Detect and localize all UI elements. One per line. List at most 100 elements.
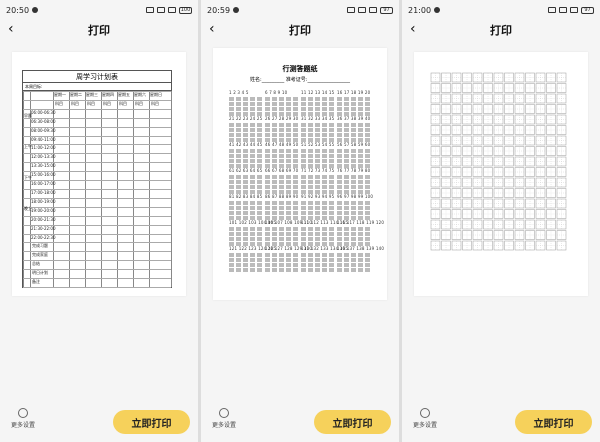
time-slot: 08:00-09:30 — [31, 127, 56, 133]
bubble-row — [337, 206, 371, 210]
bubble-row — [301, 128, 335, 132]
bubble-row — [337, 237, 371, 241]
print-now-button[interactable]: 立即打印 — [113, 410, 190, 434]
footer-row-label: 总结 — [32, 261, 40, 267]
notification-icon — [233, 7, 240, 13]
bubble-row — [337, 149, 371, 153]
bubble-row — [229, 128, 263, 132]
question-numbers: 126 127 128 129 130 — [265, 246, 313, 251]
day-header: 星期日 — [150, 92, 162, 97]
more-settings-button[interactable]: 更多设置 — [207, 408, 241, 429]
more-settings-label: 更多设置 — [10, 422, 35, 429]
gear-icon — [219, 408, 229, 418]
bubble-row — [301, 123, 335, 127]
answer-block: 126 127 128 129 130 — [265, 246, 313, 276]
bubble-row — [229, 102, 263, 106]
gear-icon — [18, 408, 28, 418]
footer-row-label: 完成家庭 — [32, 252, 48, 258]
bubble-row — [301, 149, 335, 153]
day-subject: 科目 — [71, 100, 79, 106]
bubble-row — [301, 102, 335, 106]
notification-icon — [32, 7, 39, 13]
bubble-row — [337, 227, 371, 231]
bubble-row — [229, 154, 263, 158]
bubble-row — [337, 263, 371, 267]
question-numbers: 51 52 53 54 55 — [301, 142, 335, 147]
bubble-row — [337, 211, 371, 215]
bubble-row — [301, 175, 335, 179]
bottom-bar: 更多设置 立即打印 — [0, 404, 198, 442]
bubble-row — [301, 159, 335, 163]
time-slot: 06:30-08:00 — [31, 118, 56, 124]
bubble-row — [265, 227, 299, 231]
bubble-row — [265, 128, 299, 132]
bubble-row — [265, 232, 299, 236]
time-slot: 12:00-13:30 — [31, 154, 56, 160]
bubble-row — [337, 97, 371, 101]
bubble-row — [229, 123, 263, 127]
study-plan-grid: 星期一 科目 星期二 科目 星期三 科目 星期四 科目 星期五 科目 星期六 科目 星期日 科目 06:00… — [23, 91, 172, 288]
time-slot: 16:00-17:00 — [31, 181, 56, 187]
question-numbers: 131 132 133 134 135 — [301, 246, 349, 251]
question-numbers: 136 137 138 139 140 — [337, 246, 385, 251]
bubble-row — [229, 227, 263, 231]
day-subject: 科目 — [55, 100, 63, 106]
bubble-row — [265, 149, 299, 153]
day-header: 星期六 — [134, 92, 146, 97]
tian-grid-paper — [430, 72, 567, 251]
status-time: 20:50 — [6, 5, 30, 15]
notification-icon — [434, 7, 441, 13]
bubble-row — [337, 107, 371, 111]
day-header: 星期一 — [54, 92, 66, 97]
question-numbers: 1 2 3 4 5 — [229, 90, 249, 95]
bubble-row — [301, 185, 335, 189]
bubble-row — [265, 133, 299, 137]
bubble-row — [229, 97, 263, 101]
bubble-row — [265, 159, 299, 163]
bubble-row — [265, 263, 299, 267]
day-header: 星期四 — [102, 92, 114, 97]
bubble-row — [265, 268, 299, 272]
print-now-button[interactable]: 立即打印 — [515, 410, 592, 434]
question-numbers: 56 57 58 59 60 — [337, 142, 371, 147]
bubble-row — [265, 258, 299, 262]
status-bar: 20:59 97 — [201, 0, 399, 20]
answer-sheet-title: 行测答题纸 — [282, 65, 318, 73]
signal-icon — [559, 7, 567, 13]
time-slot: 15:00-16:00 — [31, 172, 56, 178]
bubble-row — [229, 133, 263, 137]
answer-block: 131 132 133 134 135 — [301, 246, 349, 276]
bubble-row — [229, 211, 263, 215]
bubble-row — [337, 185, 371, 189]
print-now-button[interactable]: 立即打印 — [314, 410, 391, 434]
bubble-row — [301, 107, 335, 111]
bubble-row — [337, 180, 371, 184]
more-settings-button[interactable]: 更多设置 — [408, 408, 442, 429]
question-numbers: 6 7 8 9 10 — [265, 90, 288, 95]
time-slot: 21:30-22:00 — [31, 225, 56, 231]
time-slot: 17:00-18:00 — [31, 190, 56, 195]
bubble-row — [265, 185, 299, 189]
question-numbers: 116 117 118 119 120 — [337, 220, 385, 225]
bubble-row — [265, 201, 299, 205]
question-numbers: 121 122 123 124 125 — [229, 246, 277, 251]
bubble-row — [229, 237, 263, 241]
bubble-row — [229, 175, 263, 179]
question-numbers: 31 32 33 34 35 — [301, 116, 335, 121]
title-bar: ‹ 打印 — [402, 20, 600, 40]
answer-block: 121 122 123 124 125 — [229, 246, 277, 276]
question-numbers: 46 47 48 49 50 — [265, 142, 299, 147]
section-label: 下午 — [24, 175, 32, 181]
question-numbers: 26 27 28 29 30 — [265, 116, 299, 121]
footer-row-label: 明日计划 — [32, 270, 48, 276]
bubble-row — [337, 253, 371, 257]
title-bar: ‹ 打印 — [0, 20, 198, 40]
more-settings-button[interactable]: 更多设置 — [6, 408, 40, 429]
grid-line — [23, 99, 171, 101]
day-header: 星期五 — [118, 92, 130, 97]
bubble-row — [301, 263, 335, 267]
bubble-row — [337, 201, 371, 205]
section-label: 上午 — [24, 144, 32, 149]
time-slot: 22:00-22:30 — [31, 234, 56, 240]
bubble-row — [301, 133, 335, 137]
